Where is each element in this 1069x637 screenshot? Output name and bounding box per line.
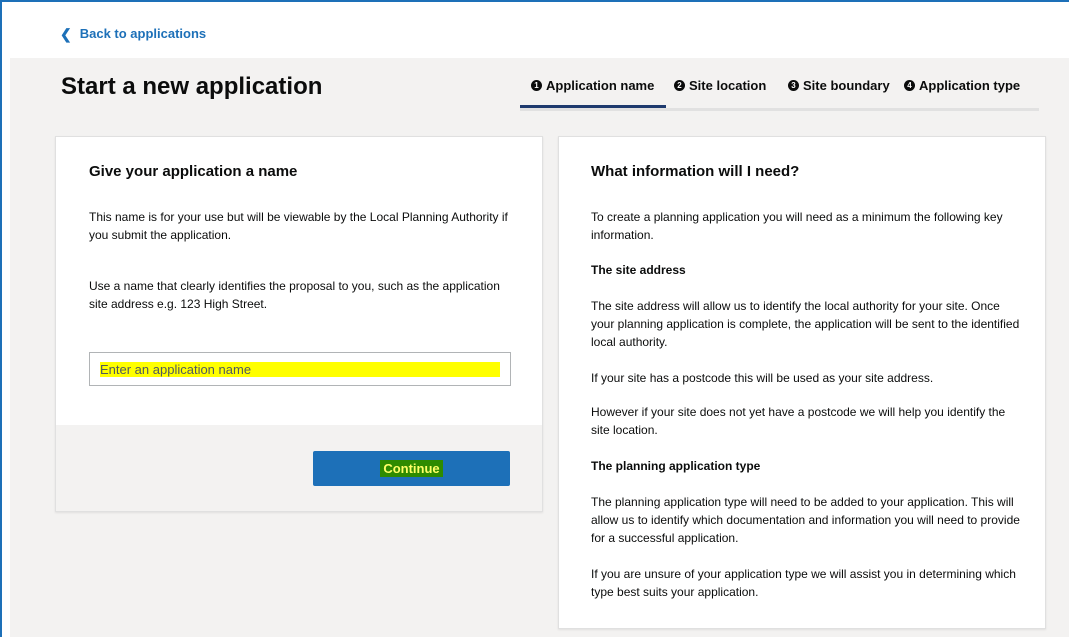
application-name-card: Give your application a name This name i… bbox=[55, 136, 543, 512]
form-heading: Give your application a name bbox=[89, 163, 298, 180]
continue-button[interactable]: Continue bbox=[313, 451, 510, 486]
window-left-border bbox=[0, 0, 2, 637]
card-body: Give your application a name This name i… bbox=[56, 137, 542, 425]
step-application-type[interactable]: 4 Application type bbox=[894, 72, 1039, 108]
application-type-text-2: If you are unsure of your application ty… bbox=[591, 567, 1016, 599]
form-hint-text: Use a name that clearly identifies the p… bbox=[89, 279, 500, 311]
site-address-heading: The site address bbox=[591, 263, 686, 277]
site-address-text-2: If your site has a postcode this will be… bbox=[591, 371, 934, 385]
form-intro-text: This name is for your use but will be vi… bbox=[89, 210, 508, 242]
chevron-left-icon: ❮ bbox=[60, 25, 72, 42]
information-card: What information will I need? To create … bbox=[558, 136, 1046, 629]
progress-steps: 1 Application name 2 Site location 3 Sit… bbox=[520, 72, 1039, 111]
step-label: Site location bbox=[689, 78, 767, 93]
step-number-2-icon: 2 bbox=[674, 80, 685, 91]
site-address-text-1: The site address will allow us to identi… bbox=[591, 299, 1020, 349]
step-number-3-icon: 3 bbox=[788, 80, 799, 91]
step-application-name[interactable]: 1 Application name bbox=[520, 72, 666, 108]
info-heading: What information will I need? bbox=[591, 163, 800, 180]
step-label: Application name bbox=[546, 78, 655, 93]
application-type-text-1: The planning application type will need … bbox=[591, 495, 1020, 545]
step-site-location[interactable]: 2 Site location bbox=[666, 72, 776, 108]
card-footer: Continue bbox=[56, 425, 542, 511]
continue-label: Continue bbox=[380, 460, 443, 477]
step-label: Application type bbox=[919, 78, 1021, 93]
step-label: Site boundary bbox=[803, 78, 890, 93]
page-title: Start a new application bbox=[61, 73, 323, 100]
step-site-boundary[interactable]: 3 Site boundary bbox=[776, 72, 894, 108]
top-bar: ❮ Back to applications bbox=[10, 2, 1069, 59]
site-address-text-3: However if your site does not yet have a… bbox=[591, 405, 1006, 437]
step-number-1-icon: 1 bbox=[531, 80, 542, 91]
application-name-input[interactable] bbox=[89, 352, 511, 386]
step-number-4-icon: 4 bbox=[904, 80, 915, 91]
back-to-applications-link[interactable]: ❮ Back to applications bbox=[60, 26, 206, 41]
back-link-label: Back to applications bbox=[79, 26, 207, 41]
info-intro-text: To create a planning application you wil… bbox=[591, 210, 1003, 242]
application-type-heading: The planning application type bbox=[591, 459, 761, 473]
